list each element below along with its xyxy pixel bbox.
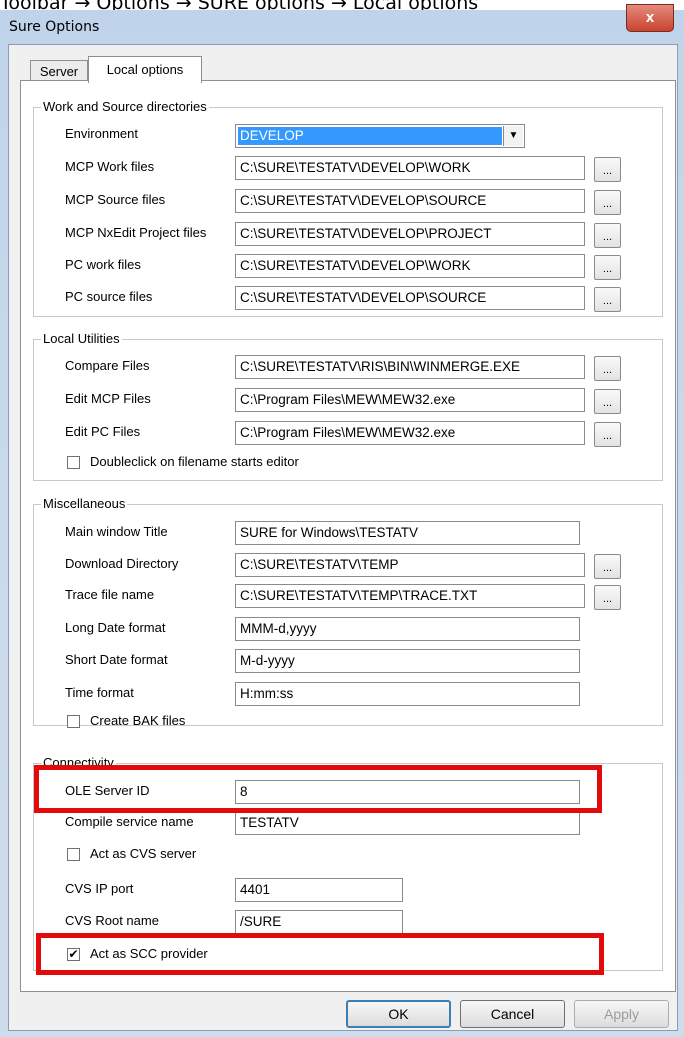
create-bak-files-checkbox[interactable] <box>67 715 80 728</box>
pc-work-files-browse-button[interactable]: ... <box>594 255 621 280</box>
environment-select[interactable]: DEVELOP ▼ <box>235 124 525 148</box>
mcp-nxedit-project-files-browse-button[interactable]: ... <box>594 223 621 248</box>
window-title: Sure Options <box>9 19 100 35</box>
download-directory-label: Download Directory <box>65 556 179 571</box>
ok-button[interactable]: OK <box>346 1000 451 1028</box>
mcp-work-files-field[interactable]: C:\SURE\TESTATV\DEVELOP\WORK <box>235 156 585 180</box>
cvs-ip-port-field[interactable]: 4401 <box>235 878 403 902</box>
short-date-format-label: Short Date format <box>65 652 168 667</box>
close-button[interactable]: x <box>626 4 674 32</box>
download-directory-field[interactable]: C:\SURE\TESTATV\TEMP <box>235 553 585 577</box>
doubleclick-editor-label: Doubleclick on filename starts editor <box>90 454 299 469</box>
pc-source-files-label: PC source files <box>65 289 153 304</box>
mcp-source-files-field[interactable]: C:\SURE\TESTATV\DEVELOP\SOURCE <box>235 189 585 213</box>
tab-page-local-options: Work and Source directories Environment … <box>20 80 676 992</box>
edit-pc-files-browse-button[interactable]: ... <box>594 422 621 447</box>
cvs-root-name-field[interactable]: /SURE <box>235 910 403 934</box>
doubleclick-editor-checkbox[interactable] <box>67 456 80 469</box>
compare-files-label: Compare Files <box>65 358 150 373</box>
main-window-title-label: Main window Title <box>65 524 168 539</box>
group-work-source-legend: Work and Source directories <box>41 99 209 114</box>
long-date-format-label: Long Date format <box>65 620 166 635</box>
compile-service-name-label: Compile service name <box>65 814 194 829</box>
pc-source-files-field[interactable]: C:\SURE\TESTATV\DEVELOP\SOURCE <box>235 286 585 310</box>
cancel-button[interactable]: Cancel <box>460 1000 565 1028</box>
edit-pc-files-label: Edit PC Files <box>65 424 141 439</box>
compile-service-name-field[interactable]: TESTATV <box>235 811 580 835</box>
chevron-down-icon[interactable]: ▼ <box>503 126 523 146</box>
environment-selected-value: DEVELOP <box>238 127 502 145</box>
trace-file-name-field[interactable]: C:\SURE\TESTATV\TEMP\TRACE.TXT <box>235 584 585 608</box>
mcp-source-files-browse-button[interactable]: ... <box>594 190 621 215</box>
edit-mcp-files-label: Edit MCP Files <box>65 391 151 406</box>
apply-button[interactable]: Apply <box>574 1000 669 1028</box>
highlight-ole-server-id <box>34 765 602 813</box>
group-local-utilities-legend: Local Utilities <box>41 331 122 346</box>
cvs-root-name-label: CVS Root name <box>65 913 159 928</box>
download-directory-browse-button[interactable]: ... <box>594 554 621 579</box>
tab-local-options[interactable]: Local options <box>88 56 202 83</box>
long-date-format-field[interactable]: MMM-d,yyyy <box>235 617 580 641</box>
act-as-cvs-server-checkbox[interactable] <box>67 848 80 861</box>
act-as-cvs-server-label: Act as CVS server <box>90 846 197 861</box>
time-format-label: Time format <box>65 685 134 700</box>
compare-files-browse-button[interactable]: ... <box>594 356 621 381</box>
mcp-nxedit-project-files-field[interactable]: C:\SURE\TESTATV\DEVELOP\PROJECT <box>235 222 585 246</box>
cvs-ip-port-label: CVS IP port <box>65 881 134 896</box>
trace-file-name-browse-button[interactable]: ... <box>594 585 621 610</box>
highlight-scc-provider <box>36 933 604 975</box>
short-date-format-field[interactable]: M-d-yyyy <box>235 649 580 673</box>
edit-pc-files-field[interactable]: C:\Program Files\MEW\MEW32.exe <box>235 421 585 445</box>
pc-work-files-field[interactable]: C:\SURE\TESTATV\DEVELOP\WORK <box>235 254 585 278</box>
environment-label: Environment <box>65 126 138 141</box>
compare-files-field[interactable]: C:\SURE\TESTATV\RIS\BIN\WINMERGE.EXE <box>235 355 585 379</box>
pc-work-files-label: PC work files <box>65 257 141 272</box>
group-miscellaneous-legend: Miscellaneous <box>41 496 128 511</box>
main-window-title-field[interactable]: SURE for Windows\TESTATV <box>235 521 580 545</box>
pc-source-files-browse-button[interactable]: ... <box>594 287 621 312</box>
mcp-work-files-label: MCP Work files <box>65 159 155 174</box>
trace-file-name-label: Trace file name <box>65 587 155 602</box>
edit-mcp-files-field[interactable]: C:\Program Files\MEW\MEW32.exe <box>235 388 585 412</box>
create-bak-files-label: Create BAK files <box>90 713 186 728</box>
mcp-source-files-label: MCP Source files <box>65 192 166 207</box>
mcp-work-files-browse-button[interactable]: ... <box>594 157 621 182</box>
edit-mcp-files-browse-button[interactable]: ... <box>594 389 621 414</box>
time-format-field[interactable]: H:mm:ss <box>235 682 580 706</box>
title-bar: Sure Options x <box>0 4 684 44</box>
mcp-nxedit-project-files-label: MCP NxEdit Project files <box>65 225 207 240</box>
